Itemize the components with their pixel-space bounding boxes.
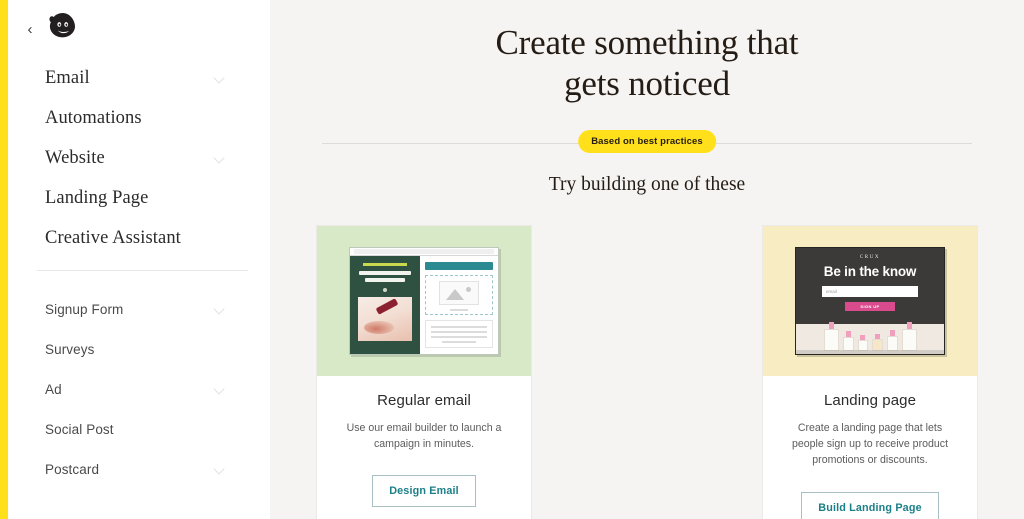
page-title-line-2: gets noticed — [564, 64, 730, 104]
mockup-body — [350, 255, 498, 354]
sidebar-item-label: Postcard — [45, 461, 100, 477]
sidebar-item-social-post[interactable]: Social Post — [8, 409, 270, 449]
mockup-product-shelf — [796, 321, 944, 354]
card-title: Landing page — [823, 391, 917, 409]
sidebar-item-label: Ad — [45, 381, 62, 397]
mockup-email-preview — [350, 255, 420, 354]
mockup-input-placeholder: email — [826, 288, 837, 294]
sidebar-item-label: Email — [45, 67, 90, 88]
chevron-down-icon[interactable] — [215, 464, 226, 475]
sidebar-item-automations[interactable]: Automations — [8, 98, 270, 138]
email-builder-mockup — [349, 246, 499, 355]
sidebar-primary-nav: Email Automations Website Landing Page C… — [8, 52, 270, 258]
mockup-text-block — [425, 319, 493, 348]
card-body: Regular email Use our email builder to l… — [317, 376, 531, 508]
card-action-row: Design Email — [337, 475, 511, 508]
mockup-product-bottle — [871, 333, 883, 351]
chevron-down-icon[interactable] — [215, 304, 226, 315]
mockup-editor-panel — [420, 255, 498, 354]
mockup-product-photo — [358, 296, 412, 341]
mockup-headline: Be in the know — [823, 263, 917, 279]
sidebar-collapse-icon[interactable]: ‹ — [22, 18, 38, 40]
mockup-headline-line — [365, 277, 405, 282]
mockup-shelf-shadow — [796, 349, 944, 354]
mockup-signup-button: SIGN UP — [845, 301, 895, 311]
best-practices-badge: Based on best practices — [578, 129, 716, 153]
build-landing-page-button[interactable]: Build Landing Page — [801, 491, 939, 519]
sidebar-item-label: Creative Assistant — [45, 227, 181, 248]
sidebar-item-landing-page[interactable]: Landing Page — [8, 178, 270, 218]
mockup-url-field — [354, 248, 494, 254]
card-body: Landing page Create a landing page that … — [763, 376, 977, 519]
badge-divider: Based on best practices — [322, 129, 972, 156]
chevron-down-icon[interactable] — [215, 153, 226, 164]
sidebar: ‹ Email Automations Website Landing Page… — [8, 0, 270, 519]
landing-page-mockup: CRUX Be in the know email SIGN UP — [795, 246, 945, 355]
mockup-product-bottle — [901, 321, 917, 351]
design-email-button[interactable]: Design Email — [372, 475, 476, 508]
sidebar-divider — [37, 270, 248, 271]
mockup-browser-bar — [350, 247, 498, 256]
sidebar-header: ‹ — [8, 0, 270, 52]
mockup-email-input: email — [822, 285, 918, 297]
hero-section: Create something that gets noticed — [270, 0, 1024, 105]
sidebar-item-label: Signup Form — [45, 301, 124, 317]
page-title-line-1: Create something that — [495, 23, 799, 62]
section-subheading: Try building one of these — [548, 173, 746, 195]
page-title: Create something that gets noticed — [387, 22, 907, 105]
sidebar-item-label: Social Post — [45, 421, 114, 437]
card-title: Regular email — [377, 391, 471, 409]
card-thumbnail-regular-email — [317, 225, 531, 376]
mockup-text-line — [431, 330, 487, 333]
sidebar-item-creative-assistant[interactable]: Creative Assistant — [8, 218, 270, 258]
image-placeholder-icon — [439, 280, 479, 305]
sidebar-item-email[interactable]: Email — [8, 58, 270, 98]
sidebar-item-website[interactable]: Website — [8, 138, 270, 178]
sidebar-item-postcard[interactable]: Postcard — [8, 449, 270, 489]
mockup-caption-line — [450, 308, 468, 311]
mailchimp-freddie-logo — [46, 8, 80, 47]
card-grid: Regular email Use our email builder to l… — [270, 224, 1024, 519]
sidebar-item-label: Website — [45, 147, 105, 168]
card-thumbnail-landing-page: CRUX Be in the know email SIGN UP — [763, 225, 977, 376]
mockup-brand-name: CRUX — [859, 254, 881, 260]
mockup-divider-dot — [383, 287, 387, 292]
mockup-image-block — [425, 274, 493, 315]
mockup-toolbar — [425, 261, 493, 270]
mockup-product-bottle — [823, 321, 839, 351]
app-root: ‹ Email Automations Website Landing Page… — [0, 0, 1024, 519]
sidebar-item-label: Surveys — [45, 341, 95, 357]
mockup-text-line — [431, 325, 487, 328]
card-action-row: Build Landing Page — [783, 491, 957, 519]
card-description: Create a landing page that lets people s… — [791, 421, 949, 467]
mockup-product-bottle — [857, 334, 868, 351]
sidebar-item-surveys[interactable]: Surveys — [8, 329, 270, 369]
mockup-text-line — [442, 340, 476, 343]
chevron-down-icon[interactable] — [215, 384, 226, 395]
mockup-eyebrow-text — [363, 262, 407, 266]
brand-accent-rail — [0, 0, 8, 519]
mockup-product-bottle — [842, 330, 854, 351]
sidebar-secondary-nav: Signup Form Surveys Ad Social Post Postc… — [8, 283, 270, 489]
mockup-text-line — [431, 335, 487, 338]
card-landing-page[interactable]: CRUX Be in the know email SIGN UP Landin… — [762, 224, 978, 519]
sidebar-item-ad[interactable]: Ad — [8, 369, 270, 409]
chevron-down-icon[interactable] — [215, 73, 226, 84]
card-description: Use our email builder to launch a campai… — [346, 421, 502, 450]
mockup-product-bottle — [886, 329, 898, 351]
card-regular-email[interactable]: Regular email Use our email builder to l… — [316, 224, 532, 519]
mockup-headline-line — [359, 270, 411, 275]
main-content: Create something that gets noticed Based… — [270, 0, 1024, 519]
sidebar-item-label: Automations — [45, 107, 142, 128]
sidebar-item-signup-form[interactable]: Signup Form — [8, 289, 270, 329]
sidebar-item-label: Landing Page — [45, 187, 149, 208]
